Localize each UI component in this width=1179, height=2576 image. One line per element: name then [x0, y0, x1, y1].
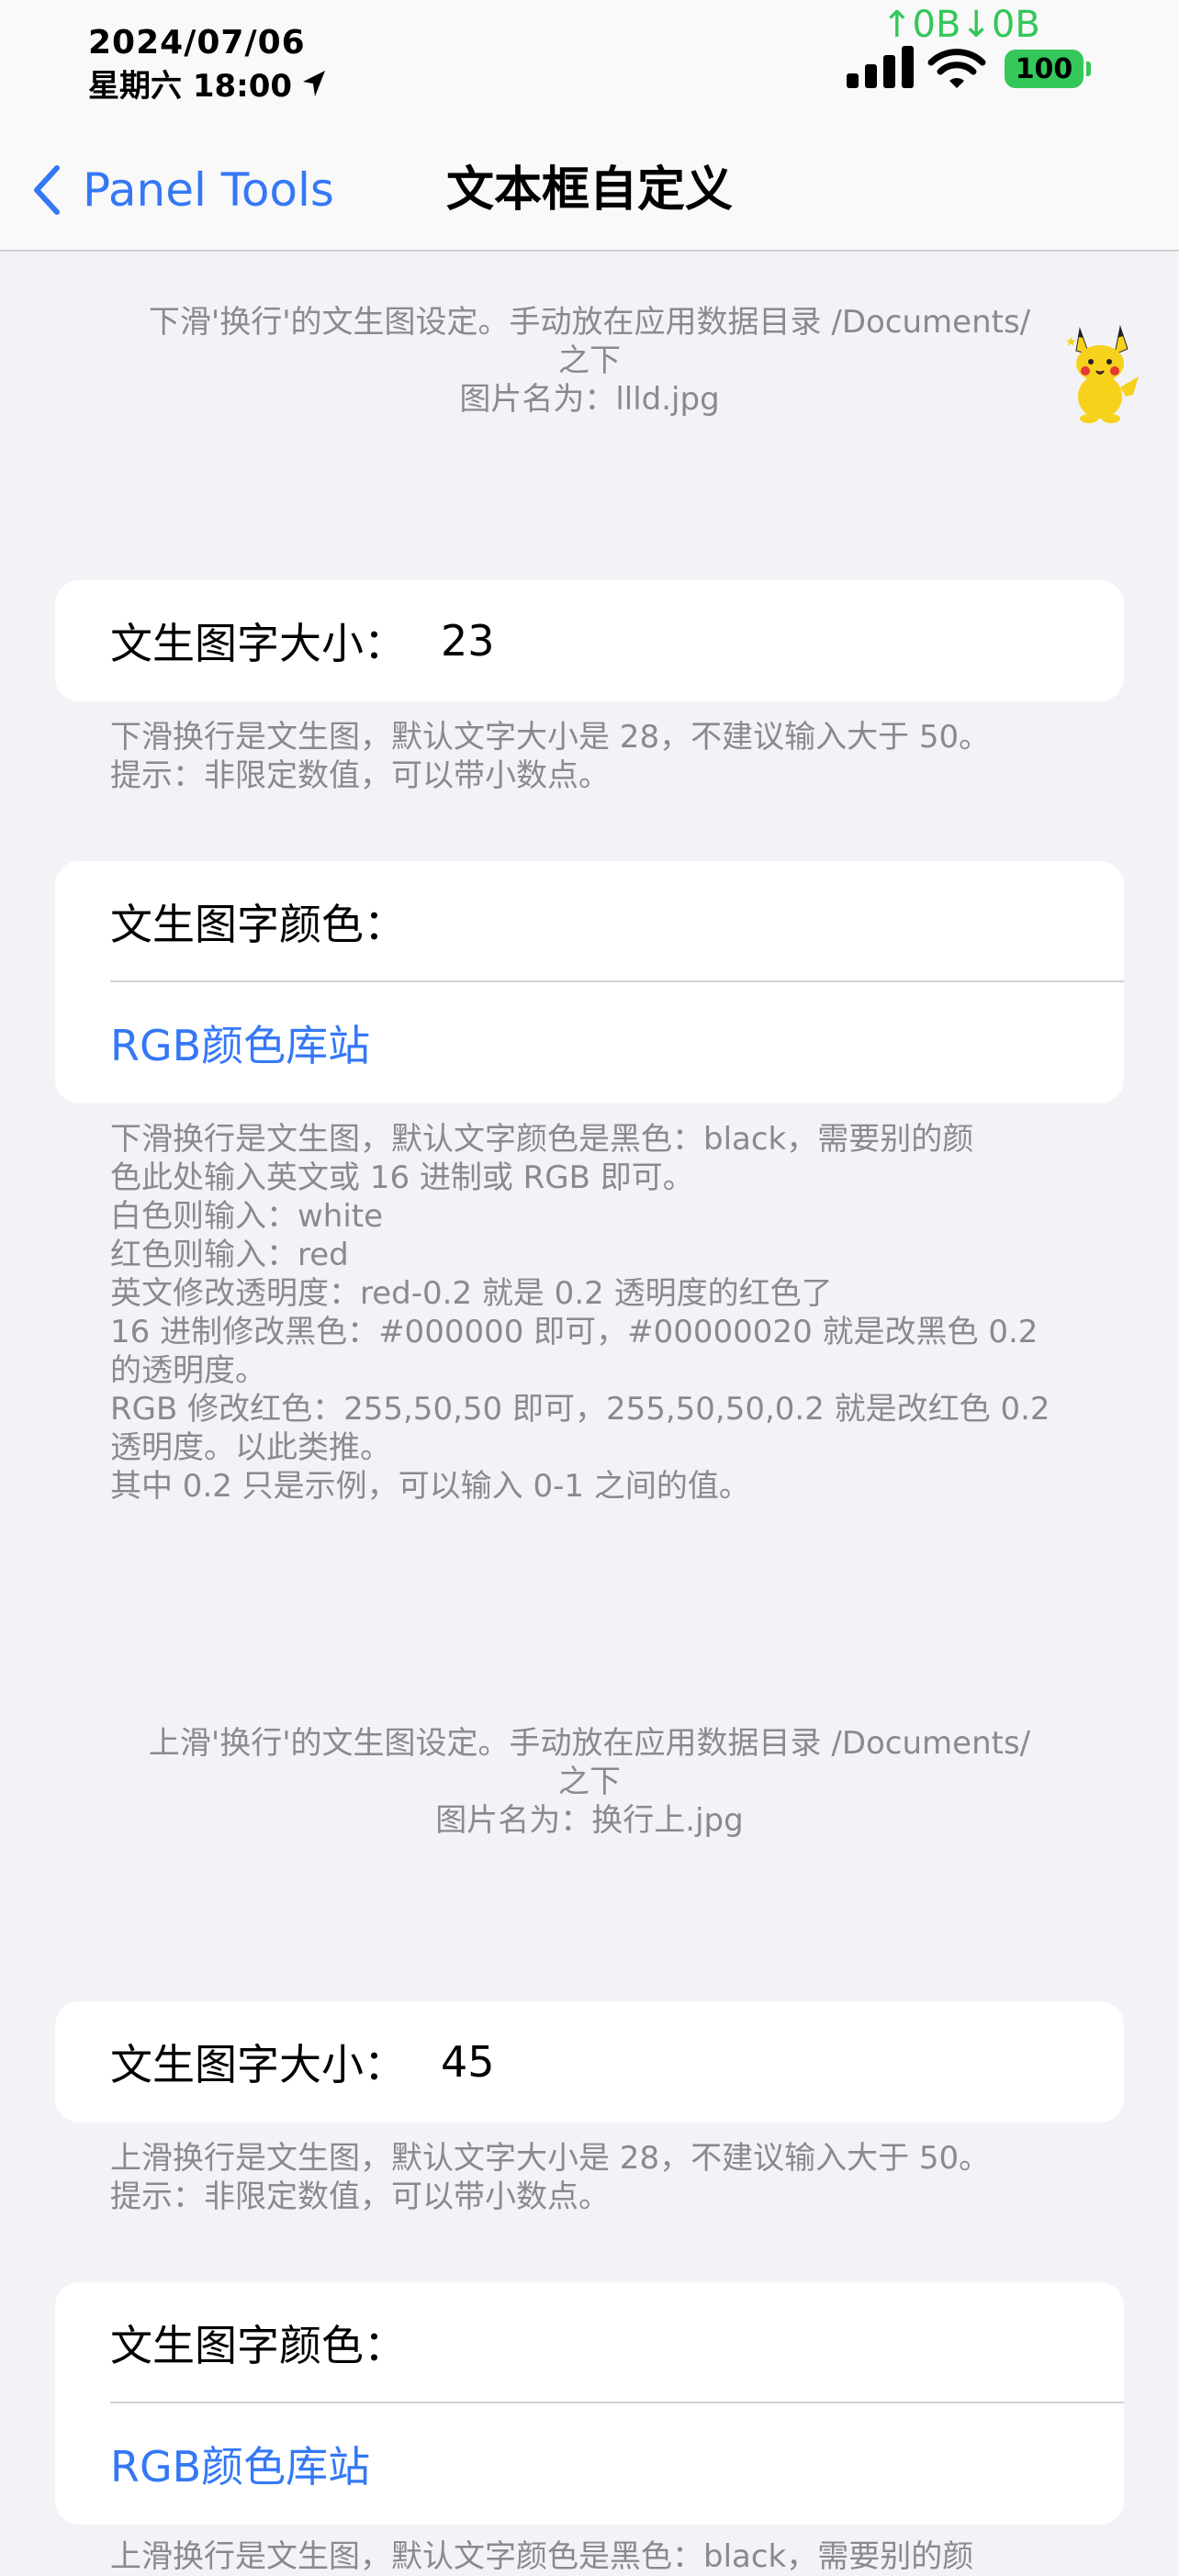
- section2-size-input[interactable]: 45: [441, 2037, 495, 2087]
- section2-color-footer-line1: 上滑换行是文生图，默认文字颜色是黑色：black，需要别的颜: [110, 2538, 974, 2575]
- section1-color-card: 文生图字颜色： RGB颜色库站: [55, 861, 1124, 1103]
- location-arrow-icon: [303, 70, 326, 96]
- battery-level: 100: [1015, 52, 1073, 85]
- section2-size-footer-line2: 提示：非限定数值，可以带小数点。: [110, 2178, 610, 2215]
- section2-size-card: 文生图字大小： 45: [55, 2001, 1124, 2122]
- section1-color-label: 文生图字颜色：: [110, 900, 406, 949]
- section1-color-footer-line5: 英文修改透明度：red-0.2 就是 0.2 透明度的红色了: [110, 1275, 833, 1312]
- section1-color-footer-line1: 下滑换行是文生图，默认文字颜色是黑色：black，需要别的颜: [110, 1121, 974, 1158]
- section1-size-footer-line2: 提示：非限定数值，可以带小数点。: [110, 757, 610, 794]
- section1-size-footer: 下滑换行是文生图，默认文字大小是 28，不建议输入大于 50。 提示：非限定数值…: [110, 718, 1102, 795]
- wifi-icon: [927, 49, 986, 88]
- status-time: 星期六 18:00: [88, 68, 293, 105]
- status-bar: 2024/07/06 星期六 18:00 ↑0B↓0B 100: [0, 0, 1179, 138]
- section2-color-label: 文生图字颜色：: [110, 2321, 406, 2370]
- section1-color-footer-line7: 的透明度。: [110, 1352, 266, 1389]
- net-speed: ↑0B↓0B: [881, 4, 1040, 46]
- section1-color-link-row[interactable]: RGB颜色库站: [55, 982, 1124, 1103]
- section2-color-link-row[interactable]: RGB颜色库站: [55, 2403, 1124, 2525]
- section2-size-footer: 上滑换行是文生图，默认文字大小是 28，不建议输入大于 50。 提示：非限定数值…: [110, 2139, 1102, 2216]
- section2-size-footer-line1: 上滑换行是文生图，默认文字大小是 28，不建议输入大于 50。: [110, 2140, 991, 2177]
- status-date: 2024/07/06: [88, 24, 306, 62]
- section1-size-input[interactable]: 23: [441, 616, 495, 666]
- pikachu-image: [1066, 325, 1139, 423]
- section1-color-footer-line9: 透明度。以此类推。: [110, 1429, 391, 1466]
- section2-color-row[interactable]: 文生图字颜色：: [55, 2282, 1124, 2403]
- section1-color-footer-line4: 红色则输入：red: [110, 1237, 349, 1273]
- section1-info-line1: 下滑'换行'的文生图设定。手动放在应用数据目录 /Documents/: [148, 304, 1031, 341]
- status-time-row: 星期六 18:00: [88, 61, 327, 106]
- battery-tip: [1086, 62, 1091, 76]
- navigation-bar: Panel Tools 文本框自定义: [0, 138, 1179, 252]
- section2-header: 上滑'换行'的文生图设定。手动放在应用数据目录 /Documents/ 之下 图…: [101, 1724, 1078, 1840]
- section1-color-footer: 下滑换行是文生图，默认文字颜色是黑色：black，需要别的颜 色此处输入英文或 …: [110, 1120, 1102, 1506]
- section2-size-row[interactable]: 文生图字大小： 45: [55, 2001, 1124, 2122]
- section1-color-footer-line10: 其中 0.2 只是示例，可以输入 0-1 之间的值。: [110, 1468, 750, 1505]
- cellular-signal-icon: [847, 44, 914, 88]
- battery-icon: 100: [1005, 50, 1084, 88]
- section1-info-line2: 之下: [558, 342, 621, 379]
- section1-color-footer-line3: 白色则输入：white: [110, 1198, 384, 1235]
- section2-color-footer: 上滑换行是文生图，默认文字颜色是黑色：black，需要别的颜: [110, 2537, 1102, 2576]
- section2-info-line1: 上滑'换行'的文生图设定。手动放在应用数据目录 /Documents/: [148, 1725, 1031, 1762]
- section1-info-line3: 图片名为：llld.jpg: [459, 381, 720, 418]
- section2-size-label: 文生图字大小：: [110, 2040, 406, 2089]
- section2-info-line2: 之下: [558, 1764, 621, 1800]
- section2-rgb-link[interactable]: RGB颜色库站: [110, 2434, 370, 2494]
- section1-header: 下滑'换行'的文生图设定。手动放在应用数据目录 /Documents/ 之下 图…: [101, 303, 1078, 419]
- section1-color-footer-line6: 16 进制修改黑色：#000000 即可，#00000020 就是改黑色 0.2: [110, 1314, 1039, 1350]
- section2-info-line3: 图片名为：换行上.jpg: [435, 1802, 744, 1839]
- section1-color-row[interactable]: 文生图字颜色：: [55, 861, 1124, 982]
- section1-size-row[interactable]: 文生图字大小： 23: [55, 580, 1124, 701]
- section1-size-card: 文生图字大小： 23: [55, 580, 1124, 701]
- section1-color-footer-line2: 色此处输入英文或 16 进制或 RGB 即可。: [110, 1159, 694, 1196]
- section1-size-footer-line1: 下滑换行是文生图，默认文字大小是 28，不建议输入大于 50。: [110, 719, 991, 756]
- page-title: 文本框自定义: [445, 162, 733, 218]
- section1-color-footer-line8: RGB 修改红色：255,50,50 即可，255,50,50,0.2 就是改红…: [110, 1391, 1050, 1428]
- section1-size-label: 文生图字大小：: [110, 619, 406, 668]
- section2-color-card: 文生图字颜色： RGB颜色库站: [55, 2282, 1124, 2525]
- section1-rgb-link[interactable]: RGB颜色库站: [110, 1013, 370, 1073]
